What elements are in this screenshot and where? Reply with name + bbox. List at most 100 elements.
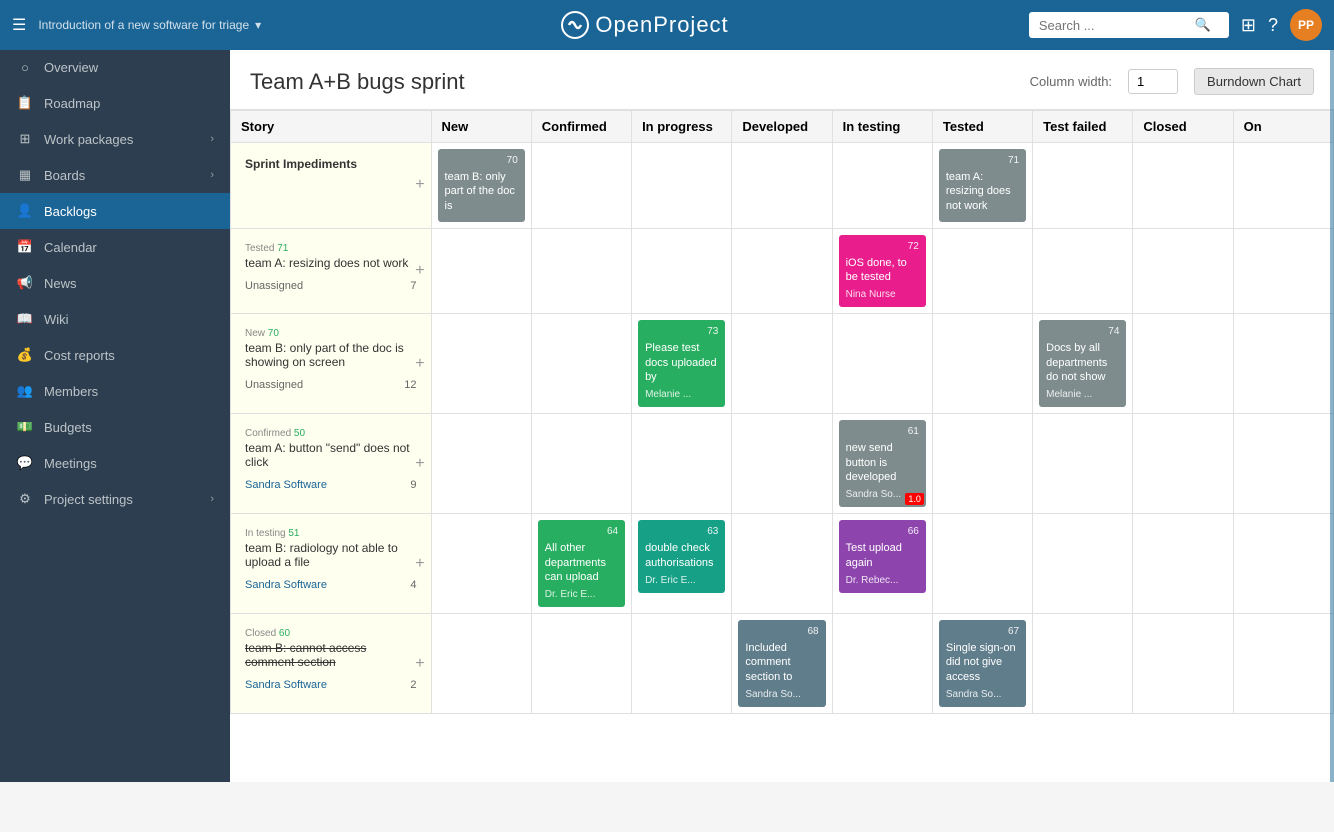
story-card: Sprint Impediments [237, 149, 425, 185]
board-cell-test-failed [1033, 614, 1133, 714]
sidebar-item-label: Meetings [44, 456, 214, 471]
sidebar-item-label: Work packages [44, 132, 200, 147]
work-card[interactable]: 71 team A: resizing does not work [939, 149, 1026, 222]
sidebar-item-meetings[interactable]: 💬 Meetings [0, 445, 230, 481]
help-icon[interactable]: ? [1268, 15, 1278, 36]
board-cell-on [1233, 143, 1333, 229]
card-assignee: Melanie ... [1046, 388, 1119, 402]
board-cell-developed [732, 143, 832, 229]
sidebar-item-overview[interactable]: ○ Overview [0, 50, 230, 85]
news-icon: 📢 [16, 275, 34, 291]
board-cell-in-testing [832, 614, 932, 714]
board-cell-in-progress: 63 double check authorisations Dr. Eric … [632, 514, 732, 614]
sidebar-item-budgets[interactable]: 💵 Budgets [0, 409, 230, 445]
sidebar-item-project-settings[interactable]: ⚙ Project settings › [0, 481, 230, 517]
card-title: double check authorisations [645, 541, 718, 570]
story-add-button[interactable]: + [415, 655, 424, 673]
story-assignee: Sandra Software [245, 479, 327, 491]
story-status: Closed 60 [245, 628, 417, 639]
card-id: 73 [645, 325, 718, 339]
sidebar-item-cost-reports[interactable]: 💰 Cost reports [0, 337, 230, 373]
board-cell-in-testing: 66 Test upload again Dr. Rebec... [832, 514, 932, 614]
story-card: Tested 71 team A: resizing does not work… [237, 235, 425, 300]
board-cell-tested: 67 Single sign-on did not give access Sa… [932, 614, 1032, 714]
board-cell-new [431, 614, 531, 714]
story-add-button[interactable]: + [415, 262, 424, 280]
col-story: Story [231, 111, 432, 143]
sidebar-item-work-packages[interactable]: ⊞ Work packages › [0, 121, 230, 157]
search-input[interactable] [1039, 18, 1189, 33]
column-headers: Story New Confirmed In progress Develope… [231, 111, 1334, 143]
work-card[interactable]: 64 All other departments can upload Dr. … [538, 520, 625, 607]
budgets-icon: 💵 [16, 419, 34, 435]
work-card[interactable]: 68 Included comment section to Sandra So… [738, 620, 825, 707]
sidebar-item-calendar[interactable]: 📅 Calendar [0, 229, 230, 265]
work-card[interactable]: 70 team B: only part of the doc is [438, 149, 525, 222]
story-count: 12 [404, 379, 416, 391]
story-assignee: Sandra Software [245, 679, 327, 691]
menu-icon[interactable]: ☰ [12, 15, 26, 35]
board-cell-on [1233, 614, 1333, 714]
logo-container: OpenProject [261, 11, 1029, 39]
work-card[interactable]: 67 Single sign-on did not give access Sa… [939, 620, 1026, 707]
card-id: 70 [445, 154, 518, 168]
card-assignee: Melanie ... [645, 388, 718, 402]
story-card: New 70 team B: only part of the doc is s… [237, 320, 425, 399]
story-add-button[interactable]: + [415, 455, 424, 473]
dropdown-icon[interactable]: ▾ [255, 18, 261, 32]
meetings-icon: 💬 [16, 455, 34, 471]
burndown-chart-button[interactable]: Burndown Chart [1194, 68, 1314, 95]
work-card[interactable]: 61 new send button is developed Sandra S… [839, 420, 926, 507]
sidebar-item-label: Budgets [44, 420, 214, 435]
sidebar-item-boards[interactable]: ▦ Boards › [0, 157, 230, 193]
board-cell-tested [932, 228, 1032, 314]
sidebar-item-wiki[interactable]: 📖 Wiki [0, 301, 230, 337]
board-scroll-container: Story New Confirmed In progress Develope… [230, 110, 1334, 714]
column-width-input[interactable] [1128, 69, 1178, 94]
card-assignee: Sandra So... [745, 688, 818, 702]
sidebar-item-members[interactable]: 👥 Members [0, 373, 230, 409]
story-card: Closed 60 team B: cannot access comment … [237, 620, 425, 699]
card-assignee: Dr. Eric E... [545, 588, 618, 602]
story-title: team B: radiology not able to upload a f… [245, 541, 417, 569]
story-add-button[interactable]: + [415, 355, 424, 373]
card-id: 72 [846, 240, 919, 254]
work-card[interactable]: 63 double check authorisations Dr. Eric … [638, 520, 725, 593]
avatar[interactable]: PP [1290, 9, 1322, 41]
sidebar-item-label: Cost reports [44, 348, 214, 363]
story-count: 2 [410, 679, 416, 691]
sidebar-item-news[interactable]: 📢 News [0, 265, 230, 301]
board-cell-closed [1133, 314, 1233, 414]
project-title-text: Introduction of a new software for triag… [38, 18, 249, 32]
cost-reports-icon: 💰 [16, 347, 34, 363]
card-title: team B: only part of the doc is [445, 170, 518, 213]
table-row: In testing 51 team B: radiology not able… [231, 514, 1334, 614]
board-cell-developed [732, 414, 832, 514]
col-in-progress: In progress [632, 111, 732, 143]
work-packages-icon: ⊞ [16, 131, 34, 147]
board-cell-new [431, 514, 531, 614]
story-assignee: Sandra Software [245, 579, 327, 591]
story-count: 9 [410, 479, 416, 491]
story-card: In testing 51 team B: radiology not able… [237, 520, 425, 599]
board-cell-in-progress [632, 228, 732, 314]
work-card[interactable]: 74 Docs by all departments do not show M… [1039, 320, 1126, 407]
board-cell-new: 70 team B: only part of the doc is [431, 143, 531, 229]
arrow-icon: › [210, 133, 214, 145]
story-assignee: Unassigned [245, 379, 303, 391]
story-add-button[interactable]: + [415, 176, 424, 194]
app-header: ☰ Introduction of a new software for tri… [0, 0, 1334, 50]
sidebar-item-roadmap[interactable]: 📋 Roadmap [0, 85, 230, 121]
overview-icon: ○ [16, 60, 34, 75]
column-width-label: Column width: [1030, 74, 1112, 89]
work-card[interactable]: 73 Please test docs uploaded by Melanie … [638, 320, 725, 407]
work-card[interactable]: 66 Test upload again Dr. Rebec... [839, 520, 926, 593]
card-assignee: Dr. Eric E... [645, 574, 718, 588]
col-closed: Closed [1133, 111, 1233, 143]
story-count: 4 [410, 579, 416, 591]
board-cell-in-progress [632, 414, 732, 514]
work-card[interactable]: 72 iOS done, to be tested Nina Nurse [839, 235, 926, 308]
sidebar-item-backlogs[interactable]: 👤 Backlogs [0, 193, 230, 229]
apps-icon[interactable]: ⊞ [1241, 15, 1256, 36]
story-add-button[interactable]: + [415, 555, 424, 573]
